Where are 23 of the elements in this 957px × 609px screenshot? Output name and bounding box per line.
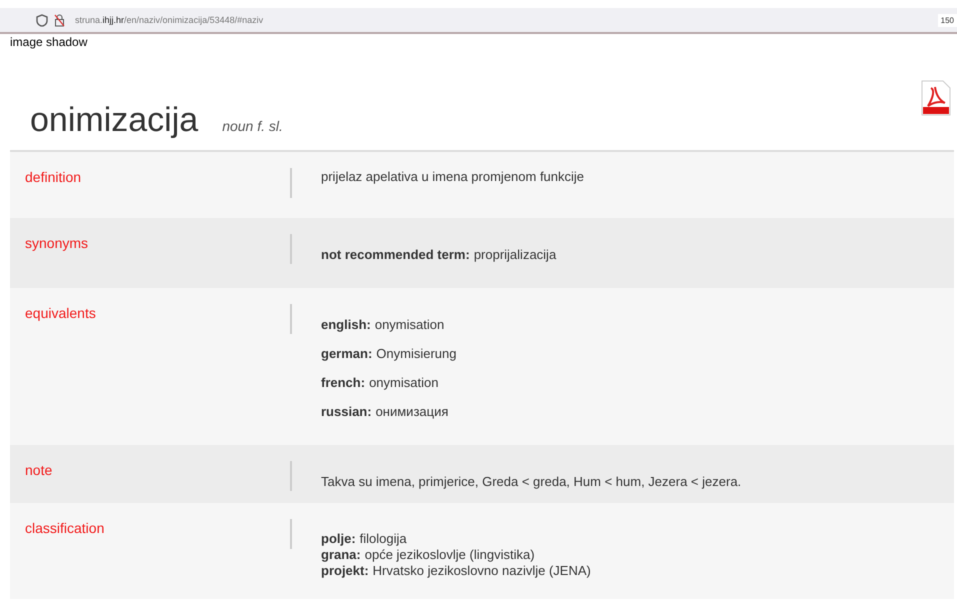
entry-text: not recommended term: proprijalizacija — [321, 247, 556, 262]
section-label: note — [25, 462, 52, 478]
pdf-icon[interactable] — [921, 80, 951, 116]
entry-text: german: Onymisierung — [321, 346, 456, 361]
term-title: onimizacija — [30, 100, 198, 140]
url-field[interactable]: struna.ihjj.hr/en/naziv/onimizacija/53448/#naziv — [75, 15, 932, 25]
entry-text: Takva su imena, primjerice, Greda < greda, Hum < hum, Jezera < jezera. — [321, 474, 742, 489]
lock-icon[interactable] — [54, 14, 65, 26]
section-label: equivalents — [25, 305, 96, 321]
entry-text: english: onymisation — [321, 317, 446, 332]
section-label: definition — [25, 169, 82, 185]
entry-text: grana: opće jezikoslovlje (lingvistika) — [321, 547, 536, 563]
image-alt-text: image shadow — [9, 34, 88, 50]
shield-icon[interactable] — [36, 14, 48, 26]
entry-text: polje: filologija — [321, 531, 408, 547]
section-label: synonyms — [25, 235, 88, 251]
section-label: classification — [25, 520, 104, 536]
entry-text: prijelaz apelativa u imena promjenom funkcije — [321, 169, 584, 184]
entry-text: french: onymisation — [321, 375, 440, 390]
entry-text: projekt: Hrvatsko jezikoslovno nazivlje (JENA) — [321, 563, 591, 579]
zoom-level[interactable]: 150 — [938, 14, 957, 26]
entry-text: russian: онимизация — [321, 404, 450, 419]
grammar-label: noun f. sl. — [222, 118, 283, 134]
